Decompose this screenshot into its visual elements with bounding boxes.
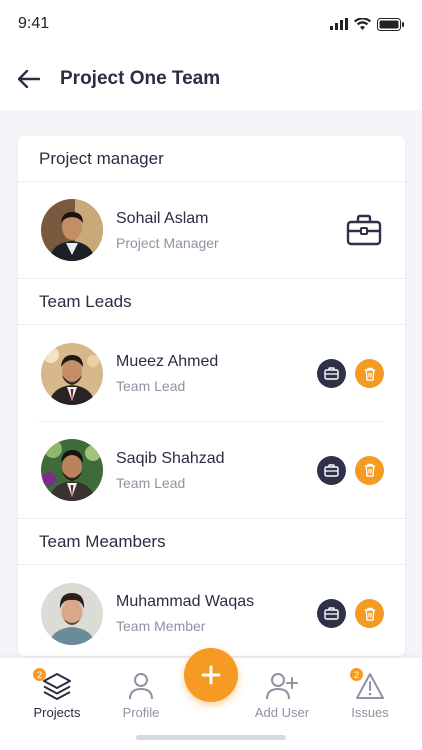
section-title-members: Team Meambers — [18, 519, 405, 565]
section-title-manager: Project manager — [18, 136, 405, 182]
member-row[interactable]: Muhammad Waqas Team Member — [18, 565, 405, 656]
member-row[interactable]: Saqib Shahzad Team Lead — [18, 422, 405, 519]
nav-item-issues[interactable]: 2 Issues — [330, 668, 410, 720]
briefcase-icon — [324, 607, 339, 620]
nav-label: Profile — [122, 705, 160, 720]
trash-icon — [364, 367, 375, 381]
nav-label: Projects — [33, 705, 81, 720]
nav-badge: 2 — [33, 668, 46, 681]
member-role: Project Manager — [116, 234, 219, 251]
briefcase-icon — [346, 214, 382, 246]
status-bar: 9:41 — [0, 0, 422, 48]
member-row[interactable]: Mueez Ahmed Team Lead — [18, 325, 405, 422]
nav-item-projects[interactable]: 2 Projects — [17, 668, 97, 720]
trash-icon — [364, 463, 375, 477]
nav-item-add-user[interactable]: Add User — [242, 672, 322, 720]
avatar — [41, 439, 103, 501]
briefcase-button[interactable] — [344, 210, 384, 250]
status-time: 9:41 — [18, 15, 50, 32]
status-icons — [330, 17, 404, 31]
signal-icon — [330, 18, 348, 30]
avatar — [41, 582, 103, 645]
section-title-leads: Team Leads — [18, 279, 405, 325]
nav-label: Issues — [351, 705, 389, 720]
page-title: Project One Team — [60, 68, 221, 89]
nav-label: Add User — [254, 705, 310, 720]
member-row-manager[interactable]: Sohail Aslam Project Manager — [18, 182, 405, 279]
wifi-icon — [354, 18, 371, 30]
back-button[interactable] — [16, 66, 42, 92]
delete-button[interactable] — [355, 359, 384, 388]
team-card: Project manager Sohail Aslam Project Man… — [18, 136, 405, 656]
member-role: Team Member — [116, 618, 206, 634]
briefcase-icon — [324, 367, 339, 380]
avatar — [41, 342, 103, 405]
add-user-icon — [266, 673, 298, 700]
app-header: Project One Team — [0, 48, 422, 110]
nav-item-profile[interactable]: Profile — [101, 672, 181, 720]
battery-icon — [377, 17, 404, 31]
member-name: Muhammad Waqas — [116, 593, 255, 610]
briefcase-button[interactable] — [317, 359, 346, 388]
bottom-nav: 2 Projects Profile Add User 2 Issues — [0, 648, 422, 750]
user-icon — [129, 673, 153, 700]
add-fab-button[interactable] — [184, 648, 238, 702]
member-role: Team Lead — [116, 474, 186, 491]
delete-button[interactable] — [355, 455, 384, 485]
member-name: Saqib Shahzad — [116, 449, 225, 467]
briefcase-button[interactable] — [317, 455, 346, 485]
layers-icon — [43, 673, 71, 700]
member-role: Team Lead — [116, 378, 186, 394]
briefcase-button[interactable] — [317, 599, 346, 628]
avatar — [41, 199, 103, 261]
plus-icon — [201, 665, 221, 685]
trash-icon — [364, 607, 375, 621]
back-arrow-icon — [18, 70, 40, 88]
delete-button[interactable] — [355, 599, 384, 628]
briefcase-icon — [324, 463, 339, 477]
nav-badge: 2 — [350, 668, 363, 681]
member-name: Sohail Aslam — [116, 209, 209, 227]
member-name: Mueez Ahmed — [116, 353, 219, 370]
home-indicator — [136, 735, 286, 740]
